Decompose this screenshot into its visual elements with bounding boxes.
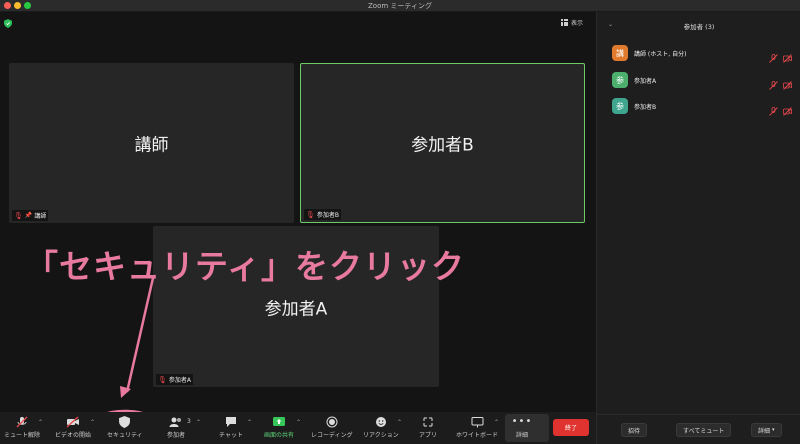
muted-mic-icon: 🎙 <box>158 375 167 384</box>
avatar: 参 <box>612 72 628 88</box>
participant-name: 参加者A <box>634 77 657 85</box>
whiteboard-button[interactable]: ホワイトボード <box>456 415 498 439</box>
chat-chevron-icon[interactable]: ⌃ <box>247 419 252 426</box>
share-chevron-icon[interactable]: ⌃ <box>296 419 301 426</box>
people-icon <box>169 415 183 428</box>
meeting-toolbar: ミュート解除 ⌃ ビデオの開始 ⌃ セキュリティ 参加者 3 ⌃ チャット ⌃ … <box>0 412 596 444</box>
more-button[interactable]: ••• 詳細 <box>505 414 549 442</box>
whiteboard-icon <box>470 415 484 428</box>
participants-label: 参加者 <box>167 432 186 439</box>
participant-row[interactable]: 参 参加者A <box>612 71 792 90</box>
video-tile-teacher[interactable]: 講師 🎙 📌 講師 <box>9 63 294 223</box>
apps-button[interactable]: アプリ <box>419 415 437 439</box>
participants-chevron-icon[interactable]: ⌃ <box>196 419 201 426</box>
audio-options-chevron-icon[interactable]: ⌃ <box>38 419 43 426</box>
window-title: Zoom ミーティング <box>368 2 432 10</box>
video-options-chevron-icon[interactable]: ⌃ <box>90 419 95 426</box>
participant-name: 参加者B <box>634 103 657 111</box>
whiteboard-label: ホワイトボード <box>456 432 499 439</box>
tile-label: 🎙 参加者B <box>304 209 342 220</box>
tile-label-text: 講師 <box>34 213 47 220</box>
unmute-label: ミュート解除 <box>4 432 41 439</box>
avatar: 講 <box>612 45 628 61</box>
reactions-label: リアクション <box>363 432 399 439</box>
video-off-icon <box>783 75 792 90</box>
grid-icon <box>561 19 568 26</box>
encryption-shield-icon[interactable] <box>4 19 12 28</box>
share-screen-icon <box>272 415 286 428</box>
share-screen-label: 画面の共有 <box>264 432 295 439</box>
annotation-text: 「セキュリティ」をクリック <box>25 247 466 286</box>
share-screen-button[interactable]: 画面の共有 <box>264 415 294 439</box>
panel-footer: 招待 すべてミュート 詳細 ▾ <box>597 414 800 444</box>
participants-count: 3 <box>187 418 191 425</box>
video-tile-participant-b[interactable]: 参加者B 🎙 参加者B <box>300 63 585 223</box>
shield-icon <box>118 415 132 428</box>
muted-mic-icon <box>769 75 778 90</box>
participant-name: 講師 (ホスト, 自分) <box>634 50 687 58</box>
tile-label: 🎙 📌 講師 <box>12 210 49 221</box>
apps-icon <box>421 415 435 428</box>
participants-panel: ⌄ 参加者 (3) 講 講師 (ホスト, 自分) 参 参加者A 参 参加者B 招… <box>596 12 800 444</box>
pin-icon: 📌 <box>24 212 33 219</box>
muted-mic-icon: 🎙 <box>14 211 23 220</box>
chat-button[interactable]: チャット <box>219 415 243 439</box>
participant-row[interactable]: 講 講師 (ホスト, 自分) <box>612 44 792 63</box>
chat-bubble-icon <box>224 415 238 428</box>
panel-details-button[interactable]: 詳細 ▾ <box>751 423 782 437</box>
end-meeting-button[interactable]: 終了 <box>553 419 589 436</box>
chevron-down-icon: ▾ <box>772 427 775 433</box>
start-video-button[interactable]: ビデオの開始 <box>55 415 91 439</box>
video-off-icon <box>783 101 792 116</box>
muted-mic-icon <box>769 101 778 116</box>
view-button-label: 表示 <box>571 20 584 27</box>
video-off-icon <box>783 48 792 63</box>
apps-label: アプリ <box>419 432 438 439</box>
panel-title: 参加者 (3) <box>683 23 715 31</box>
tile-label: 🎙 参加者A <box>156 374 193 385</box>
smiley-plus-icon <box>374 415 388 428</box>
mute-all-button[interactable]: すべてミュート <box>676 423 732 437</box>
muted-mic-icon <box>769 48 778 63</box>
tile-name: 講師 <box>134 135 169 156</box>
start-video-label: ビデオの開始 <box>55 432 92 439</box>
chat-label: チャット <box>219 432 243 439</box>
tile-name: 参加者A <box>264 299 328 319</box>
more-button-inner: ••• 詳細 <box>511 415 533 439</box>
tile-name: 参加者B <box>411 135 474 156</box>
video-off-icon <box>66 415 80 428</box>
title-bar: Zoom ミーティング <box>0 0 800 12</box>
ellipsis-icon: ••• <box>511 416 533 427</box>
reactions-chevron-icon[interactable]: ⌃ <box>397 419 402 426</box>
muted-mic-icon: 🎙 <box>306 210 315 219</box>
record-button[interactable]: レコーディング <box>311 415 353 439</box>
video-area: 表示 講師 🎙 📌 講師 参加者B 🎙 参加者B 参加者A 🎙 参加者A 「セキ… <box>0 12 596 412</box>
tile-label-text: 参加者B <box>316 212 340 219</box>
security-label: セキュリティ <box>107 432 143 439</box>
reactions-button[interactable]: リアクション <box>363 415 399 439</box>
participant-row[interactable]: 参 参加者B <box>612 97 792 116</box>
participants-button[interactable]: 参加者 <box>167 415 185 439</box>
tile-label-text: 参加者A <box>168 377 191 384</box>
more-label: 詳細 <box>515 432 528 439</box>
muted-microphone-icon <box>15 415 29 428</box>
unmute-button[interactable]: ミュート解除 <box>4 415 40 439</box>
record-label: レコーディング <box>311 432 353 439</box>
whiteboard-chevron-icon[interactable]: ⌃ <box>494 419 499 426</box>
record-icon <box>325 415 339 428</box>
panel-details-label: 詳細 <box>758 427 771 435</box>
invite-button[interactable]: 招待 <box>621 423 648 437</box>
security-button[interactable]: セキュリティ <box>107 415 143 439</box>
avatar: 参 <box>612 98 628 114</box>
view-button[interactable]: 表示 <box>561 18 583 27</box>
